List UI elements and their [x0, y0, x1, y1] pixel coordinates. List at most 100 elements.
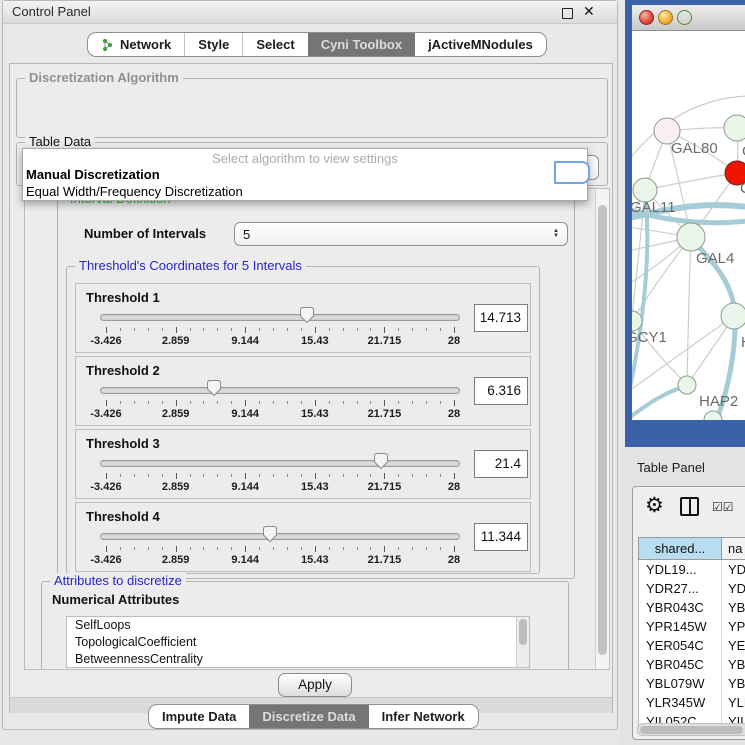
cell-shared-name[interactable]: YPR145W — [639, 617, 722, 636]
tick-label: 21.715 — [356, 481, 412, 493]
slider-track[interactable] — [100, 533, 460, 540]
column-header-shared-name[interactable]: shared... — [639, 538, 722, 559]
table-row[interactable]: YDR27...YDR2 — [639, 579, 745, 598]
cell-name[interactable]: YER0 — [722, 636, 745, 655]
slider-thumb[interactable] — [373, 452, 389, 470]
tick-label: 21.715 — [356, 335, 412, 347]
table-row[interactable]: YER054CYER0 — [639, 636, 745, 655]
panel-scrollbar-thumb[interactable] — [598, 205, 607, 655]
threshold-value-field[interactable]: 11.344 — [474, 523, 528, 551]
cell-shared-name[interactable]: YLR345W — [639, 693, 722, 712]
table-data-group-title: Table Data — [25, 134, 95, 149]
threshold-label: Threshold 1 — [86, 290, 160, 305]
cell-name[interactable]: YPR1 — [722, 617, 745, 636]
algorithm-combobox-focus-ring[interactable] — [554, 161, 590, 184]
cell-shared-name[interactable]: YBR043C — [639, 598, 722, 617]
number-of-intervals-combobox[interactable]: 5 ▲▼ — [234, 222, 568, 246]
slider-thumb[interactable] — [262, 525, 278, 543]
cell-name[interactable]: YBL0 — [722, 674, 745, 693]
threshold-value-field[interactable]: 21.4 — [474, 450, 528, 478]
close-panel-icon[interactable]: ✕ — [583, 3, 595, 20]
network-node-h[interactable] — [721, 303, 745, 329]
network-node-hap2[interactable] — [678, 376, 696, 394]
table-row[interactable]: YPR145WYPR1 — [639, 617, 745, 636]
cell-shared-name[interactable]: YDL19... — [639, 560, 722, 579]
tab-jactivemnodules[interactable]: jActiveMNodules — [415, 33, 546, 56]
dropdown-option-equal-width[interactable]: Equal Width/Frequency Discretization — [26, 184, 243, 199]
minimize-window-button[interactable] — [658, 10, 673, 25]
cell-shared-name[interactable]: YBL079W — [639, 674, 722, 693]
tick-label: -3.426 — [78, 481, 134, 493]
tick-label: -3.426 — [78, 554, 134, 566]
table-horizontal-scrollbar[interactable] — [637, 723, 745, 736]
cell-name[interactable]: YDR2 — [722, 579, 745, 598]
threshold-label: Threshold 4 — [86, 509, 160, 524]
node-label-h: H — [741, 334, 745, 351]
network-icon — [101, 38, 114, 52]
table-row[interactable]: YDL19...YDL1 — [639, 560, 745, 579]
node-label-gal4: GAL4 — [696, 250, 734, 267]
gear-icon[interactable]: ⚙ — [645, 493, 664, 518]
tab-select[interactable]: Select — [242, 33, 307, 56]
tab-cyni-toolbox[interactable]: Cyni Toolbox — [308, 33, 415, 56]
network-node-top-right[interactable] — [724, 115, 745, 141]
columns-icon[interactable] — [680, 497, 699, 516]
slider-thumb[interactable] — [206, 379, 222, 397]
cell-name[interactable]: YBR0 — [722, 655, 745, 674]
tab-label: Network — [120, 37, 171, 52]
slider-ticks — [76, 473, 530, 481]
list-scrollbar[interactable] — [516, 617, 529, 667]
dropdown-option-manual[interactable]: Manual Discretization — [26, 167, 160, 182]
tick-label: 9.144 — [217, 335, 273, 347]
tab-network[interactable]: Network — [88, 33, 184, 56]
tab-label: Cyni Toolbox — [321, 37, 402, 52]
table-row[interactable]: YBL079WYBL0 — [639, 674, 745, 693]
table-horizontal-scrollbar-thumb[interactable] — [640, 726, 743, 734]
network-edge[interactable] — [645, 173, 737, 190]
threshold-value-field[interactable]: 14.713 — [474, 304, 528, 332]
cell-shared-name[interactable]: YER054C — [639, 636, 722, 655]
cell-shared-name[interactable]: YBR045C — [639, 655, 722, 674]
slider-track[interactable] — [100, 314, 460, 321]
table-row[interactable]: YBR043CYBR0 — [639, 598, 745, 617]
tab-infer-network[interactable]: Infer Network — [369, 705, 478, 728]
checkbox-icons[interactable]: ☑☑ — [712, 500, 734, 514]
close-window-button[interactable] — [639, 10, 654, 25]
slider-track[interactable] — [100, 460, 460, 467]
network-edge[interactable] — [632, 386, 687, 420]
table-row[interactable]: YBR045CYBR0 — [639, 655, 745, 674]
attribute-item-betweennesscentrality[interactable]: BetweennessCentrality — [67, 651, 529, 668]
threshold-row-1: Threshold 1-3.4262.8599.14415.4321.71528… — [75, 283, 531, 353]
tick-label: 2.859 — [148, 554, 204, 566]
tick-label: 28 — [426, 554, 482, 566]
float-window-icon[interactable] — [562, 8, 573, 19]
tick-label: 2.859 — [148, 408, 204, 420]
numerical-attributes-list[interactable]: SelfLoopsTopologicalCoefficientBetweenne… — [66, 616, 530, 668]
list-scrollbar-thumb[interactable] — [519, 619, 527, 645]
attribute-item-topologicalcoefficient[interactable]: TopologicalCoefficient — [67, 634, 529, 651]
apply-button[interactable]: Apply — [278, 673, 352, 697]
table-row[interactable]: YLR345WYLR3 — [639, 693, 745, 712]
network-canvas[interactable]: GAL80GCGAL11GAL4GCY1HHAP2 — [632, 31, 745, 420]
panel-scrollbar[interactable] — [595, 189, 609, 669]
attribute-item-selfloops[interactable]: SelfLoops — [67, 617, 529, 634]
cell-name[interactable]: YLR3 — [722, 693, 745, 712]
screen: Control Panel ✕ NetworkStyleSelectCyni T… — [0, 0, 745, 745]
cell-name[interactable]: YBR0 — [722, 598, 745, 617]
zoom-window-button[interactable] — [677, 10, 692, 25]
network-edge[interactable] — [687, 237, 691, 385]
slider-thumb[interactable] — [299, 306, 315, 324]
tab-style[interactable]: Style — [184, 33, 242, 56]
cell-shared-name[interactable]: YDR27... — [639, 579, 722, 598]
tab-discretize-data[interactable]: Discretize Data — [249, 705, 368, 728]
tab-impute-data[interactable]: Impute Data — [149, 705, 249, 728]
network-edge[interactable] — [632, 237, 691, 321]
tick-label: 9.144 — [217, 554, 273, 566]
tab-label: Impute Data — [162, 709, 236, 724]
column-header-name[interactable]: na — [722, 538, 745, 559]
cell-name[interactable]: YDL1 — [722, 560, 745, 579]
network-node-gal4[interactable] — [677, 223, 705, 251]
threshold-value-field[interactable]: 6.316 — [474, 377, 528, 405]
node-label-gcy1: GCY1 — [632, 329, 667, 346]
slider-track[interactable] — [100, 387, 460, 394]
